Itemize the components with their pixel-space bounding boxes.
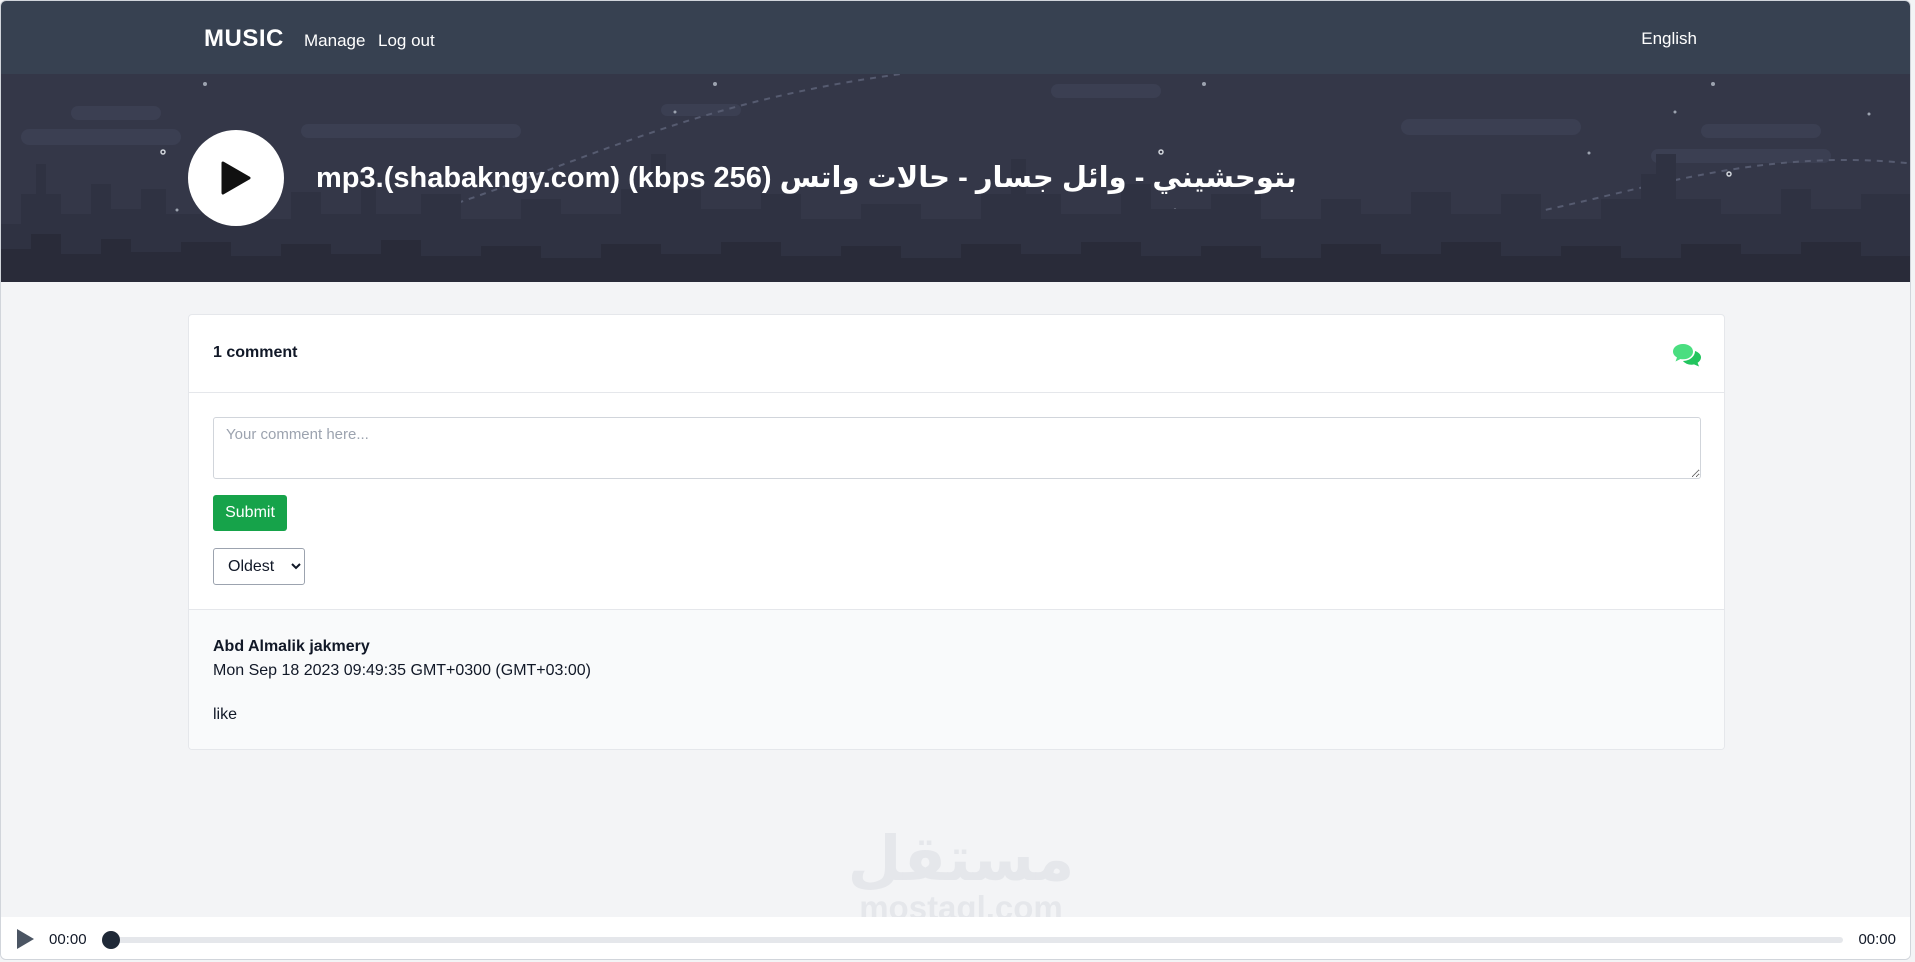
progress-bar[interactable] — [102, 931, 1843, 949]
nav-link-logout[interactable]: Log out — [378, 31, 435, 51]
comment-author: Abd Almalik jakmery — [213, 638, 370, 655]
comments-header: 1 comment — [189, 315, 1724, 393]
track-play-button[interactable] — [188, 130, 284, 226]
language-selector[interactable]: English — [1641, 29, 1697, 49]
watermark-logo: مستقل mostaql.com — [841, 825, 1081, 925]
watermark-arabic: مستقل — [847, 825, 1075, 894]
comments-card: 1 comment Submit Oldest Abd Almalik jakm… — [188, 314, 1725, 750]
navbar: MUSIC Manage Log out English — [1, 1, 1910, 74]
comment-form: Submit Oldest — [189, 393, 1724, 609]
app-window: MUSIC Manage Log out English بتوحشيني - … — [0, 0, 1911, 960]
comment-date: Mon Sep 18 2023 09:49:35 GMT+0300 (GMT+0… — [213, 662, 592, 679]
nav-link-manage[interactable]: Manage — [304, 31, 365, 51]
current-time: 00:00 — [49, 931, 87, 948]
track-hero-banner: بتوحشيني - وائل جسار - حالات واتس (256 k… — [1, 74, 1910, 282]
comment-item: Abd Almalik jakmery Mon Sep 18 2023 09:4… — [189, 609, 1724, 749]
total-time: 00:00 — [1858, 931, 1896, 948]
progress-thumb[interactable] — [102, 931, 120, 949]
brand-logo[interactable]: MUSIC — [204, 25, 284, 53]
play-icon[interactable] — [14, 927, 36, 951]
comment-count: 1 comment — [213, 344, 298, 361]
submit-button[interactable]: Submit — [213, 495, 287, 531]
sort-select[interactable]: Oldest — [213, 548, 305, 585]
comment-input[interactable] — [213, 417, 1701, 479]
comment-text: like — [213, 706, 238, 723]
play-icon — [221, 161, 251, 195]
comments-icon — [1673, 344, 1701, 367]
audio-player-bar: 00:00 00:00 — [1, 917, 1910, 959]
track-title: بتوحشيني - وائل جسار - حالات واتس (256 k… — [316, 162, 1297, 194]
